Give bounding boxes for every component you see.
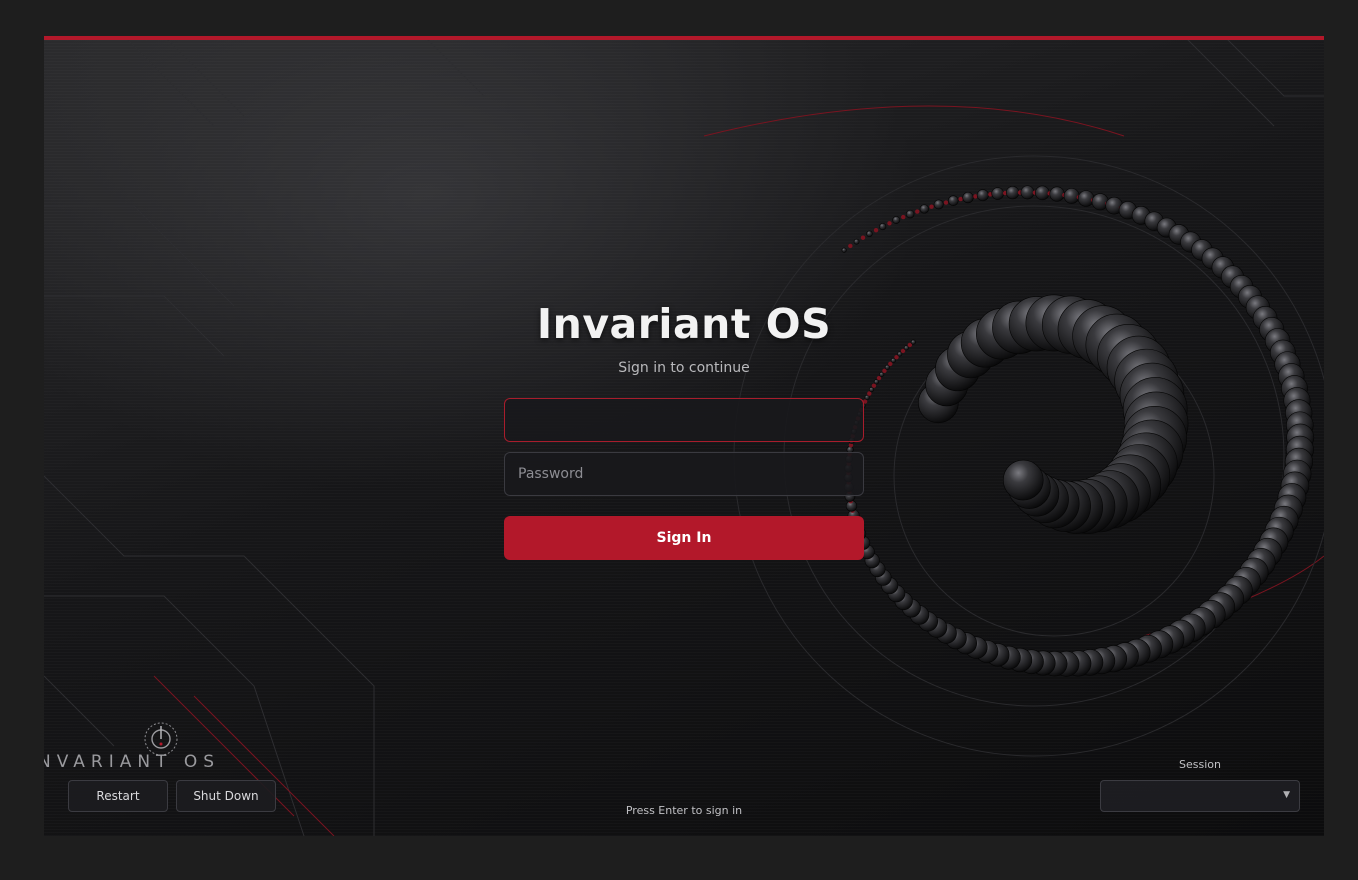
password-input[interactable] [504,452,864,496]
sign-in-button[interactable]: Sign In [504,516,864,560]
login-form: Invariant OS Sign in to continue Sign In [504,300,864,560]
logo-text: NVARIANT OS [44,752,221,772]
os-logo: NVARIANT OS [44,720,238,772]
session-select[interactable]: ▼ [1100,780,1300,812]
accent-bar [44,36,1324,40]
session-label: Session [1179,758,1221,771]
login-screen: Invariant OS Sign in to continue Sign In… [44,36,1324,836]
chevron-down-icon: ▼ [1283,790,1290,800]
subtitle: Sign in to continue [618,360,750,376]
page-title: Invariant OS [536,300,832,348]
username-input[interactable] [504,398,864,442]
